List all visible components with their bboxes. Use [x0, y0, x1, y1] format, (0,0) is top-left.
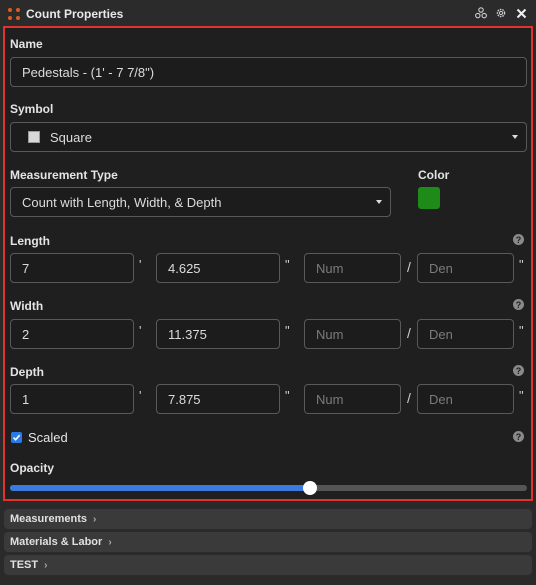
help-icon[interactable]: ? [513, 299, 524, 310]
foot-mark: ' [139, 257, 142, 272]
name-input[interactable]: Pedestals - (1' - 7 7/8") [10, 57, 527, 87]
symbol-value: Square [50, 129, 92, 145]
name-label: Name [10, 37, 43, 51]
symbol-label: Symbol [10, 102, 54, 116]
title-bar: Count Properties [0, 0, 536, 28]
width-label: Width [10, 299, 44, 313]
length-inches-input[interactable]: 4.625 [156, 253, 280, 283]
color-label: Color [418, 168, 450, 182]
chevron-down-icon [512, 135, 518, 139]
fraction-separator: / [407, 390, 411, 406]
measurement-type-select[interactable]: Count with Length, Width, & Depth [10, 187, 391, 217]
color-swatch[interactable] [418, 187, 440, 209]
inch-mark: " [285, 323, 290, 338]
inch-mark: " [519, 388, 524, 403]
properties-panel: Name Pedestals - (1' - 7 7/8") Symbol Sq… [3, 26, 533, 501]
foot-mark: ' [139, 388, 142, 403]
opacity-slider-fill [10, 485, 310, 491]
scaled-label: Scaled [28, 430, 68, 445]
section-label: TEST [10, 559, 39, 571]
section-test[interactable]: TEST › [4, 555, 532, 575]
symbol-select[interactable]: Square [10, 122, 527, 152]
width-denominator-input[interactable]: Den [417, 319, 514, 349]
depth-label: Depth [10, 365, 44, 379]
section-label: Measurements [10, 513, 88, 525]
help-icon[interactable]: ? [513, 365, 524, 376]
close-icon[interactable] [514, 6, 528, 20]
depth-feet-input[interactable]: 1 [10, 384, 134, 414]
foot-mark: ' [139, 323, 142, 338]
section-label: Materials & Labor [10, 536, 103, 548]
opacity-slider-thumb[interactable] [303, 481, 317, 495]
length-numerator-input[interactable]: Num [304, 253, 401, 283]
inch-mark: " [285, 257, 290, 272]
depth-numerator-input[interactable]: Num [304, 384, 401, 414]
opacity-label: Opacity [10, 461, 55, 475]
fraction-separator: / [407, 259, 411, 275]
inch-mark: " [519, 323, 524, 338]
inch-mark: " [285, 388, 290, 403]
length-label: Length [10, 234, 50, 248]
measurement-type-label: Measurement Type [10, 168, 118, 182]
square-symbol-icon [28, 131, 40, 143]
length-denominator-input[interactable]: Den [417, 253, 514, 283]
depth-denominator-input[interactable]: Den [417, 384, 514, 414]
chevron-down-icon [376, 200, 382, 204]
measurement-type-value: Count with Length, Width, & Depth [22, 194, 222, 210]
help-icon[interactable]: ? [513, 234, 524, 245]
width-feet-input[interactable]: 2 [10, 319, 134, 349]
help-icon[interactable]: ? [513, 431, 524, 442]
width-numerator-input[interactable]: Num [304, 319, 401, 349]
chevron-right-icon: › [44, 559, 48, 571]
length-feet-input[interactable]: 7 [10, 253, 134, 283]
width-inches-input[interactable]: 11.375 [156, 319, 280, 349]
gear-icon[interactable] [494, 6, 508, 20]
app-icon [8, 7, 21, 21]
depth-inches-input[interactable]: 7.875 [156, 384, 280, 414]
window-title: Count Properties [26, 7, 124, 21]
chevron-right-icon: › [93, 513, 97, 525]
inch-mark: " [519, 257, 524, 272]
hierarchy-icon[interactable] [474, 6, 488, 20]
section-measurements[interactable]: Measurements › [4, 509, 532, 529]
scaled-checkbox[interactable] [11, 432, 22, 443]
chevron-right-icon: › [108, 536, 112, 548]
fraction-separator: / [407, 325, 411, 341]
section-materials-labor[interactable]: Materials & Labor › [4, 532, 532, 552]
